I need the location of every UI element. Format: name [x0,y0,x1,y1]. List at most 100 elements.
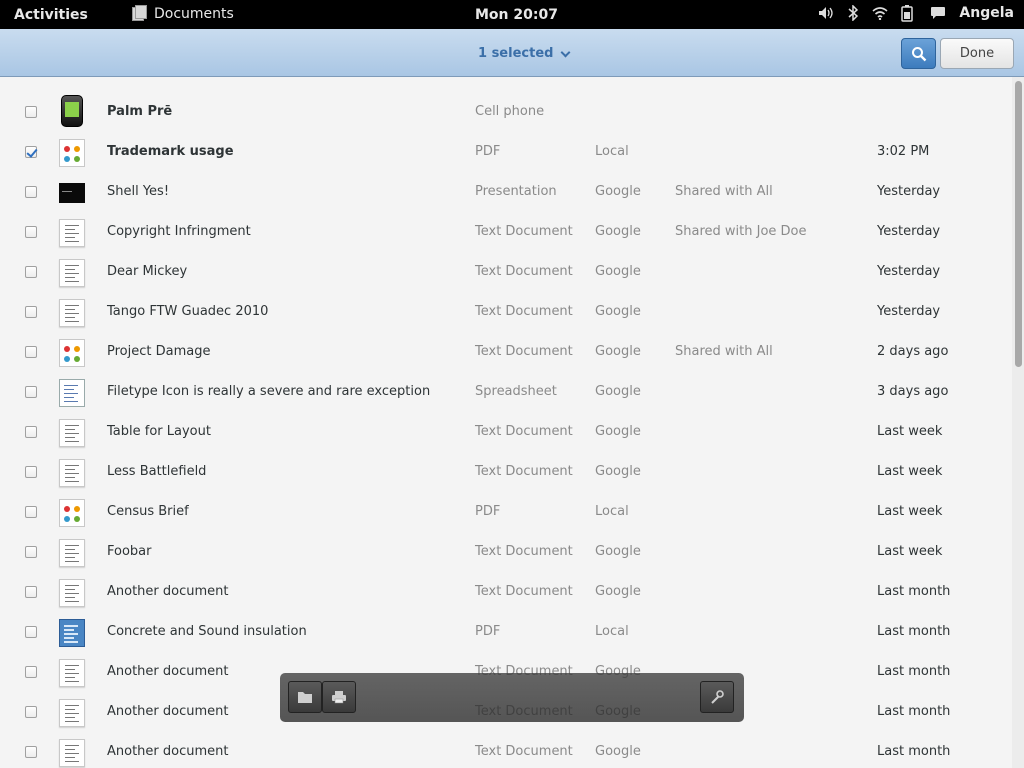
bluetooth-icon[interactable] [845,5,861,21]
selection-menu[interactable]: 1 selected [478,46,571,61]
row-source: Google [595,224,641,239]
row-checkbox[interactable] [25,386,37,398]
row-type: Text Document [475,224,573,239]
print-icon [332,691,346,704]
row-type: Spreadsheet [475,384,557,399]
wifi-icon[interactable] [872,5,888,21]
document-row[interactable]: Filetype Icon is really a severe and rar… [0,372,1012,412]
row-type: Text Document [475,304,573,319]
properties-icon [711,690,724,704]
row-checkbox[interactable] [25,746,37,758]
document-row[interactable]: Copyright Infringment Text Document Google… [0,212,1012,252]
text-document-thumbnail [59,699,85,727]
row-type: PDF [475,504,501,519]
row-date: Last month [877,704,951,719]
row-source: Google [595,744,641,759]
clock[interactable]: Mon 20:07 [475,7,558,23]
volume-icon[interactable] [818,5,834,21]
text-document-thumbnail [59,459,85,487]
document-row[interactable]: Foobar Text Document Google Last week [0,532,1012,572]
row-title: Tango FTW Guadec 2010 [107,304,269,319]
document-row[interactable]: Another document Text Document Google Last … [0,572,1012,612]
row-title: Less Battlefield [107,464,207,479]
row-source: Google [595,264,641,279]
organize-button[interactable] [288,681,322,713]
row-checkbox[interactable] [25,666,37,678]
row-date: Last week [877,504,943,519]
row-shared: Shared with Joe Doe [675,224,807,239]
document-row[interactable]: Census Brief PDF Local Last week [0,492,1012,532]
row-title: Another document [107,704,229,719]
row-title: Census Brief [107,504,189,519]
row-title: Foobar [107,544,152,559]
row-checkbox[interactable] [25,506,37,518]
row-checkbox[interactable] [25,546,37,558]
row-date: Yesterday [877,224,941,239]
document-row[interactable]: Trademark usage PDF Local 3:02 PM [0,132,1012,172]
pdf-thumbnail [59,139,85,167]
document-row[interactable]: Concrete and Sound insulation PDF Local Las… [0,612,1012,652]
row-checkbox[interactable] [25,226,37,238]
text-document-thumbnail [59,259,85,287]
row-date: Last week [877,424,943,439]
row-checkbox[interactable] [25,626,37,638]
documents-app-icon [132,5,148,23]
row-date: 2 days ago [877,344,949,359]
row-title: Project Damage [107,344,211,359]
activities-button[interactable]: Activities [14,7,88,23]
search-button[interactable] [901,38,936,69]
scrollbar-thumb[interactable] [1015,81,1022,367]
row-source: Google [595,464,641,479]
document-row[interactable]: Another document Text Document Google Last … [0,732,1012,768]
row-type: PDF [475,624,501,639]
header-bar: 1 selected Done [0,29,1024,77]
row-date: Yesterday [877,264,941,279]
row-type: Text Document [475,264,573,279]
row-checkbox[interactable] [25,106,37,118]
row-date: 3 days ago [877,384,949,399]
document-row[interactable]: Table for Layout Text Document Google Last … [0,412,1012,452]
row-checkbox[interactable] [25,306,37,318]
row-type: Text Document [475,544,573,559]
row-title: Table for Layout [107,424,211,439]
presentation-thumbnail [59,179,85,207]
properties-button[interactable] [700,681,734,713]
row-title: Shell Yes! [107,184,170,199]
document-row[interactable]: Project Damage Text Document Google Shared … [0,332,1012,372]
document-row[interactable]: Dear Mickey Text Document Google Yesterday [0,252,1012,292]
row-title: Palm Prē [107,104,173,119]
done-button[interactable]: Done [940,38,1014,69]
row-checkbox[interactable] [25,466,37,478]
row-title: Filetype Icon is really a severe and rar… [107,384,431,399]
pdf-thumbnail [59,339,85,367]
chat-icon[interactable] [930,5,946,21]
row-checkbox[interactable] [25,146,37,158]
row-checkbox[interactable] [25,586,37,598]
user-menu[interactable]: Angela [959,5,1014,21]
row-source: Google [595,304,641,319]
document-row[interactable]: Palm Prē Cell phone [0,92,1012,132]
row-source: Google [595,584,641,599]
app-name: Documents [154,6,234,22]
document-row[interactable]: Tango FTW Guadec 2010 Text Document Google… [0,292,1012,332]
row-type: Text Document [475,464,573,479]
print-button[interactable] [322,681,356,713]
document-row[interactable]: Shell Yes! Presentation Google Shared with … [0,172,1012,212]
row-date: 3:02 PM [877,144,930,159]
scrollbar[interactable] [1012,77,1024,768]
document-row[interactable]: Less Battlefield Text Document Google Last … [0,452,1012,492]
row-checkbox[interactable] [25,426,37,438]
app-menu[interactable]: Documents [132,5,234,23]
row-source: Google [595,424,641,439]
row-title: Dear Mickey [107,264,188,279]
row-checkbox[interactable] [25,706,37,718]
text-document-thumbnail [59,659,85,687]
row-checkbox[interactable] [25,346,37,358]
row-checkbox[interactable] [25,266,37,278]
chevron-down-icon [561,47,571,57]
row-checkbox[interactable] [25,186,37,198]
battery-icon[interactable] [899,5,915,22]
row-date: Last week [877,464,943,479]
text-document-thumbnail [59,539,85,567]
phone-thumbnail [59,95,85,127]
